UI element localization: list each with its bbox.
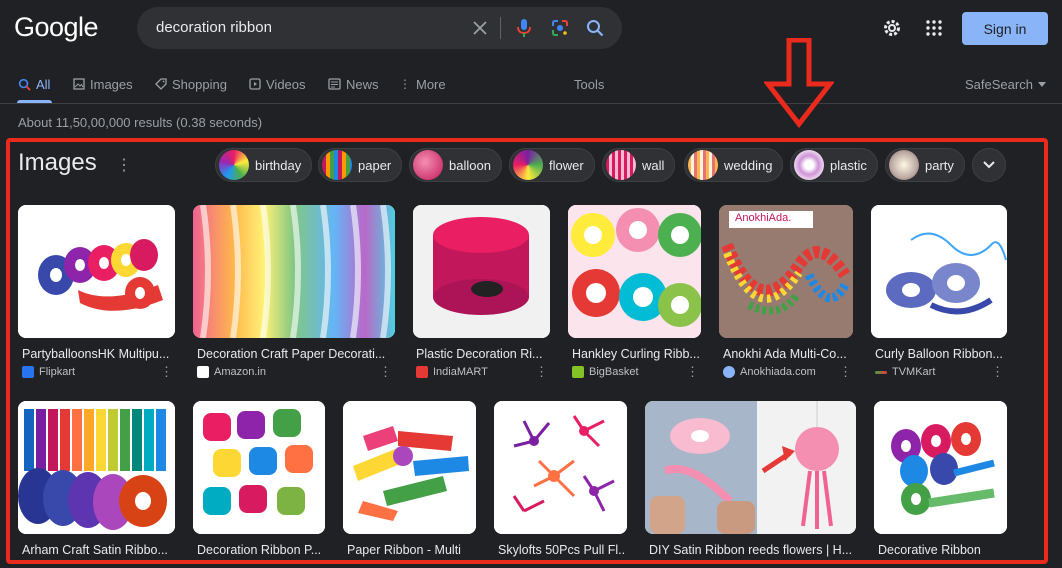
caret-down-icon [1037, 81, 1046, 87]
tab-label: News [346, 76, 379, 92]
newspaper-icon [328, 78, 341, 90]
apps-grid-icon[interactable] [922, 16, 946, 40]
tag-icon [155, 78, 167, 90]
search-bar[interactable]: decoration ribbon [137, 7, 622, 49]
tab-label: All [36, 76, 51, 92]
search-icon[interactable] [584, 17, 606, 39]
tab-news[interactable]: News [328, 75, 379, 93]
tools-button[interactable]: Tools [574, 75, 604, 93]
tab-images[interactable]: Images [73, 75, 133, 93]
settings-gear-icon[interactable] [880, 16, 904, 40]
sign-in-button[interactable]: Sign in [962, 12, 1048, 45]
search-input[interactable]: decoration ribbon [156, 19, 272, 36]
search-icon [18, 78, 31, 91]
header-divider [0, 103, 1062, 104]
tab-more[interactable]: ⋮ More [399, 75, 446, 93]
tab-shopping[interactable]: Shopping [155, 75, 227, 93]
clear-icon[interactable] [469, 17, 491, 39]
tab-label: Videos [266, 76, 306, 92]
safesearch-label: SafeSearch [965, 76, 1033, 92]
tab-videos[interactable]: Videos [249, 75, 306, 93]
google-logo[interactable]: Google [14, 12, 99, 43]
result-stats: About 11,50,00,000 results (0.38 seconds… [18, 115, 263, 130]
annotation-arrow [764, 38, 834, 128]
lens-icon[interactable] [549, 17, 571, 39]
safesearch-dropdown[interactable]: SafeSearch [965, 75, 1046, 93]
tab-label: Shopping [172, 76, 227, 92]
microphone-icon[interactable] [513, 17, 535, 39]
image-icon [73, 78, 85, 90]
play-icon [249, 78, 261, 90]
annotation-highlight-box [6, 138, 1048, 564]
tab-label: Images [90, 76, 133, 92]
tab-all[interactable]: All [18, 75, 50, 93]
tab-label: More [416, 76, 446, 92]
more-vert-icon: ⋮ [399, 77, 411, 91]
